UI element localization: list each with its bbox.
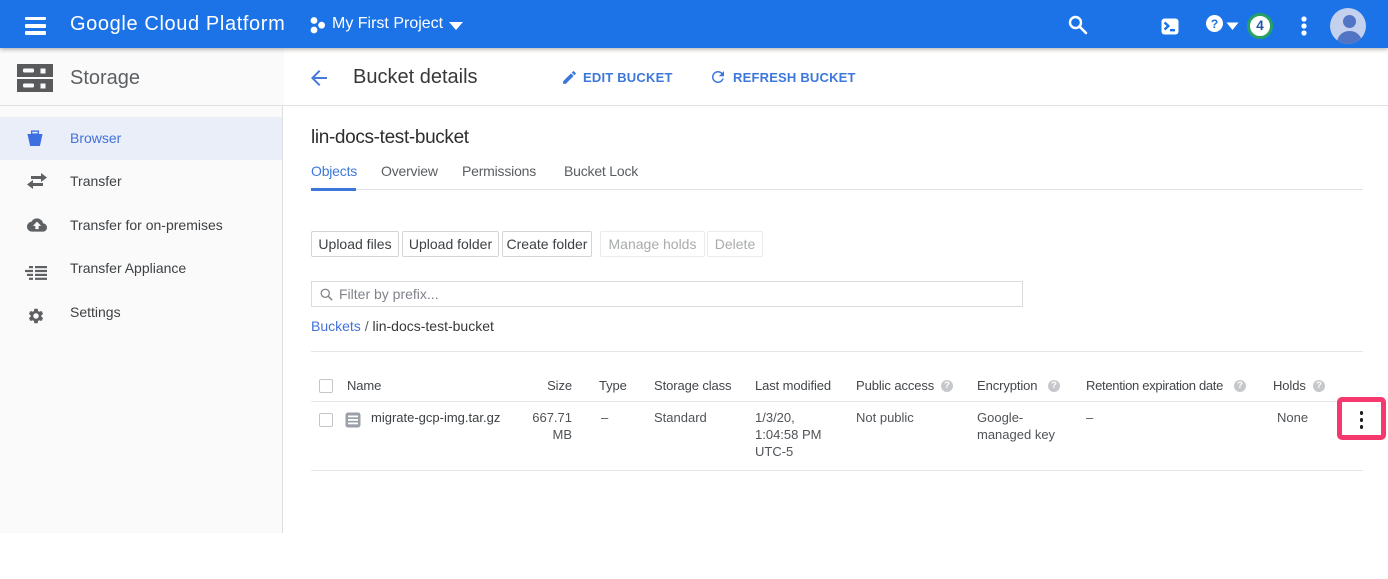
svg-text:?: ? <box>1211 17 1218 31</box>
